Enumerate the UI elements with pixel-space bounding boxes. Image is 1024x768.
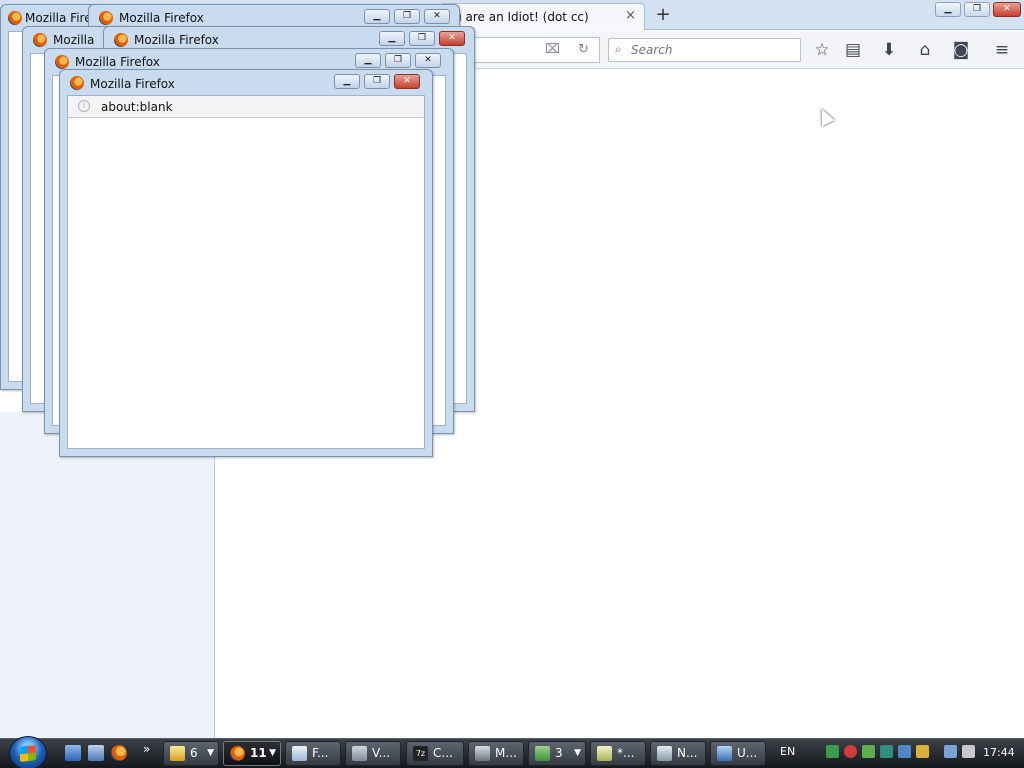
taskbar-item-label: U...	[737, 746, 758, 760]
firefox-icon	[55, 55, 69, 69]
minimize-button[interactable]: ▁	[935, 2, 961, 17]
system-tray	[826, 745, 976, 763]
minimize-button[interactable]: ▁	[355, 53, 381, 68]
reader-view-icon[interactable]: ⌧	[545, 42, 560, 57]
close-button[interactable]: ✕	[993, 2, 1021, 17]
tab-title: You are an Idiot! (dot cc)	[441, 10, 589, 24]
reload-icon[interactable]: ↻	[578, 42, 589, 57]
taskbar-item-notepad[interactable]: F...	[285, 741, 341, 766]
taskbar-item-label: 11	[250, 746, 267, 760]
url-bar[interactable]: ⌧ ↻	[470, 37, 600, 63]
restore-button[interactable]: ❐	[394, 9, 420, 24]
sidebar-panel	[0, 412, 215, 738]
home-icon[interactable]: ⌂	[914, 39, 936, 61]
taskbar-item-label: 6	[190, 746, 198, 760]
taskbar-item-label: F...	[312, 746, 329, 760]
close-button[interactable]: ✕	[394, 74, 420, 89]
tab-close-icon[interactable]: ×	[625, 8, 636, 23]
clock[interactable]: 17:44	[983, 746, 1015, 759]
firefox-launch-icon[interactable]	[111, 745, 127, 761]
notepad-icon	[292, 746, 307, 761]
start-button[interactable]	[9, 736, 47, 768]
minimize-button[interactable]: ▁	[334, 74, 360, 89]
taskbar-item-label: C...	[433, 746, 453, 760]
popup-url: about:blank	[101, 100, 173, 114]
tray-security-icon[interactable]	[844, 745, 857, 758]
firefox-icon	[99, 11, 113, 25]
firefox-icon	[8, 11, 22, 25]
firefox-icon	[230, 746, 245, 761]
taskbar-item-label: V...	[372, 746, 391, 760]
speaker-icon	[352, 746, 367, 761]
close-button[interactable]: ✕	[424, 9, 450, 24]
popup-window-front[interactable]: Mozilla Firefox ▁ ❐ ✕ i about:blank	[59, 69, 433, 457]
network-icon	[657, 746, 672, 761]
search-bar[interactable]: ⌕	[608, 38, 801, 62]
language-indicator[interactable]: EN	[780, 745, 795, 758]
search-icon: ⌕	[615, 42, 622, 56]
download-icon[interactable]: ⬇	[878, 39, 900, 61]
popup-title: Mozilla Firefox	[75, 55, 160, 69]
restore-button[interactable]: ❐	[385, 53, 411, 68]
windows-logo-icon	[20, 745, 36, 762]
switch-windows-icon[interactable]	[88, 745, 104, 761]
minimize-button[interactable]: ▁	[364, 9, 390, 24]
users-icon	[535, 746, 550, 761]
tray-app-icon[interactable]	[826, 745, 839, 758]
taskbar-item-label: N...	[677, 746, 698, 760]
menu-icon[interactable]: ≡	[991, 39, 1013, 61]
taskbar-item-network[interactable]: N...	[650, 741, 706, 766]
restore-button[interactable]: ❐	[364, 74, 390, 89]
firefox-icon	[70, 76, 84, 90]
chevron-down-icon: ▼	[269, 748, 276, 758]
7zip-icon: 7z	[413, 746, 428, 761]
popup-title: Mozilla Firefox	[134, 33, 219, 47]
taskbar-item-firefox[interactable]: 11 ▼	[223, 741, 281, 766]
taskbar-item-label: M...	[495, 746, 517, 760]
restore-button[interactable]: ❐	[409, 31, 435, 46]
search-input[interactable]	[631, 42, 796, 58]
close-button[interactable]: ✕	[415, 53, 441, 68]
pocket-icon[interactable]: ◙	[950, 39, 972, 61]
minimize-button[interactable]: ▁	[379, 31, 405, 46]
tray-monitor-icon[interactable]	[880, 745, 893, 758]
folder-icon	[170, 746, 185, 761]
taskbar-item-volume[interactable]: V...	[345, 741, 401, 766]
quicklaunch-overflow-icon[interactable]: »	[143, 742, 150, 756]
taskbar: » 6 ▼ 11 ▼ F... V... 7z C... M... 3 ▼ *.…	[0, 736, 1024, 768]
close-button[interactable]: ✕	[439, 31, 465, 46]
new-tab-button[interactable]: +	[653, 4, 673, 25]
popup-title: Mozilla Firefox	[90, 77, 175, 91]
tray-key-icon[interactable]	[916, 745, 929, 758]
taskbar-item-editor[interactable]: *...	[590, 741, 646, 766]
popup-title: Mozilla Firefox	[119, 11, 204, 25]
popup-title: Mozilla	[53, 33, 95, 47]
show-desktop-icon[interactable]	[65, 745, 81, 761]
chevron-down-icon: ▼	[574, 748, 581, 758]
utility-icon	[717, 746, 732, 761]
taskbar-item-explorer[interactable]: 6 ▼	[163, 741, 219, 766]
machine-icon	[475, 746, 490, 761]
taskbar-item-label: *...	[617, 746, 635, 760]
taskbar-item-utility[interactable]: U...	[710, 741, 766, 766]
taskbar-item-machine[interactable]: M...	[468, 741, 524, 766]
popup-body: i about:blank	[67, 95, 425, 449]
tray-checkmark-icon[interactable]	[862, 745, 875, 758]
firefox-icon	[114, 33, 128, 47]
tray-grid-icon[interactable]	[898, 745, 911, 758]
chevron-down-icon: ▼	[207, 748, 214, 758]
volume-icon[interactable]	[962, 745, 975, 758]
popup-address-bar[interactable]: i about:blank	[68, 96, 424, 118]
restore-button[interactable]: ❐	[964, 2, 990, 17]
network-status-icon[interactable]	[944, 745, 957, 758]
reading-list-icon[interactable]: ▤	[842, 39, 864, 61]
bookmark-star-icon[interactable]: ☆	[811, 39, 833, 61]
editor-icon	[597, 746, 612, 761]
info-icon[interactable]: i	[78, 100, 90, 112]
popup-title: Mozilla Fire	[25, 11, 92, 25]
firefox-icon	[33, 33, 47, 47]
taskbar-item-label: 3	[555, 746, 563, 760]
taskbar-item-7zip[interactable]: 7z C...	[406, 741, 464, 766]
taskbar-item-users[interactable]: 3 ▼	[528, 741, 586, 766]
